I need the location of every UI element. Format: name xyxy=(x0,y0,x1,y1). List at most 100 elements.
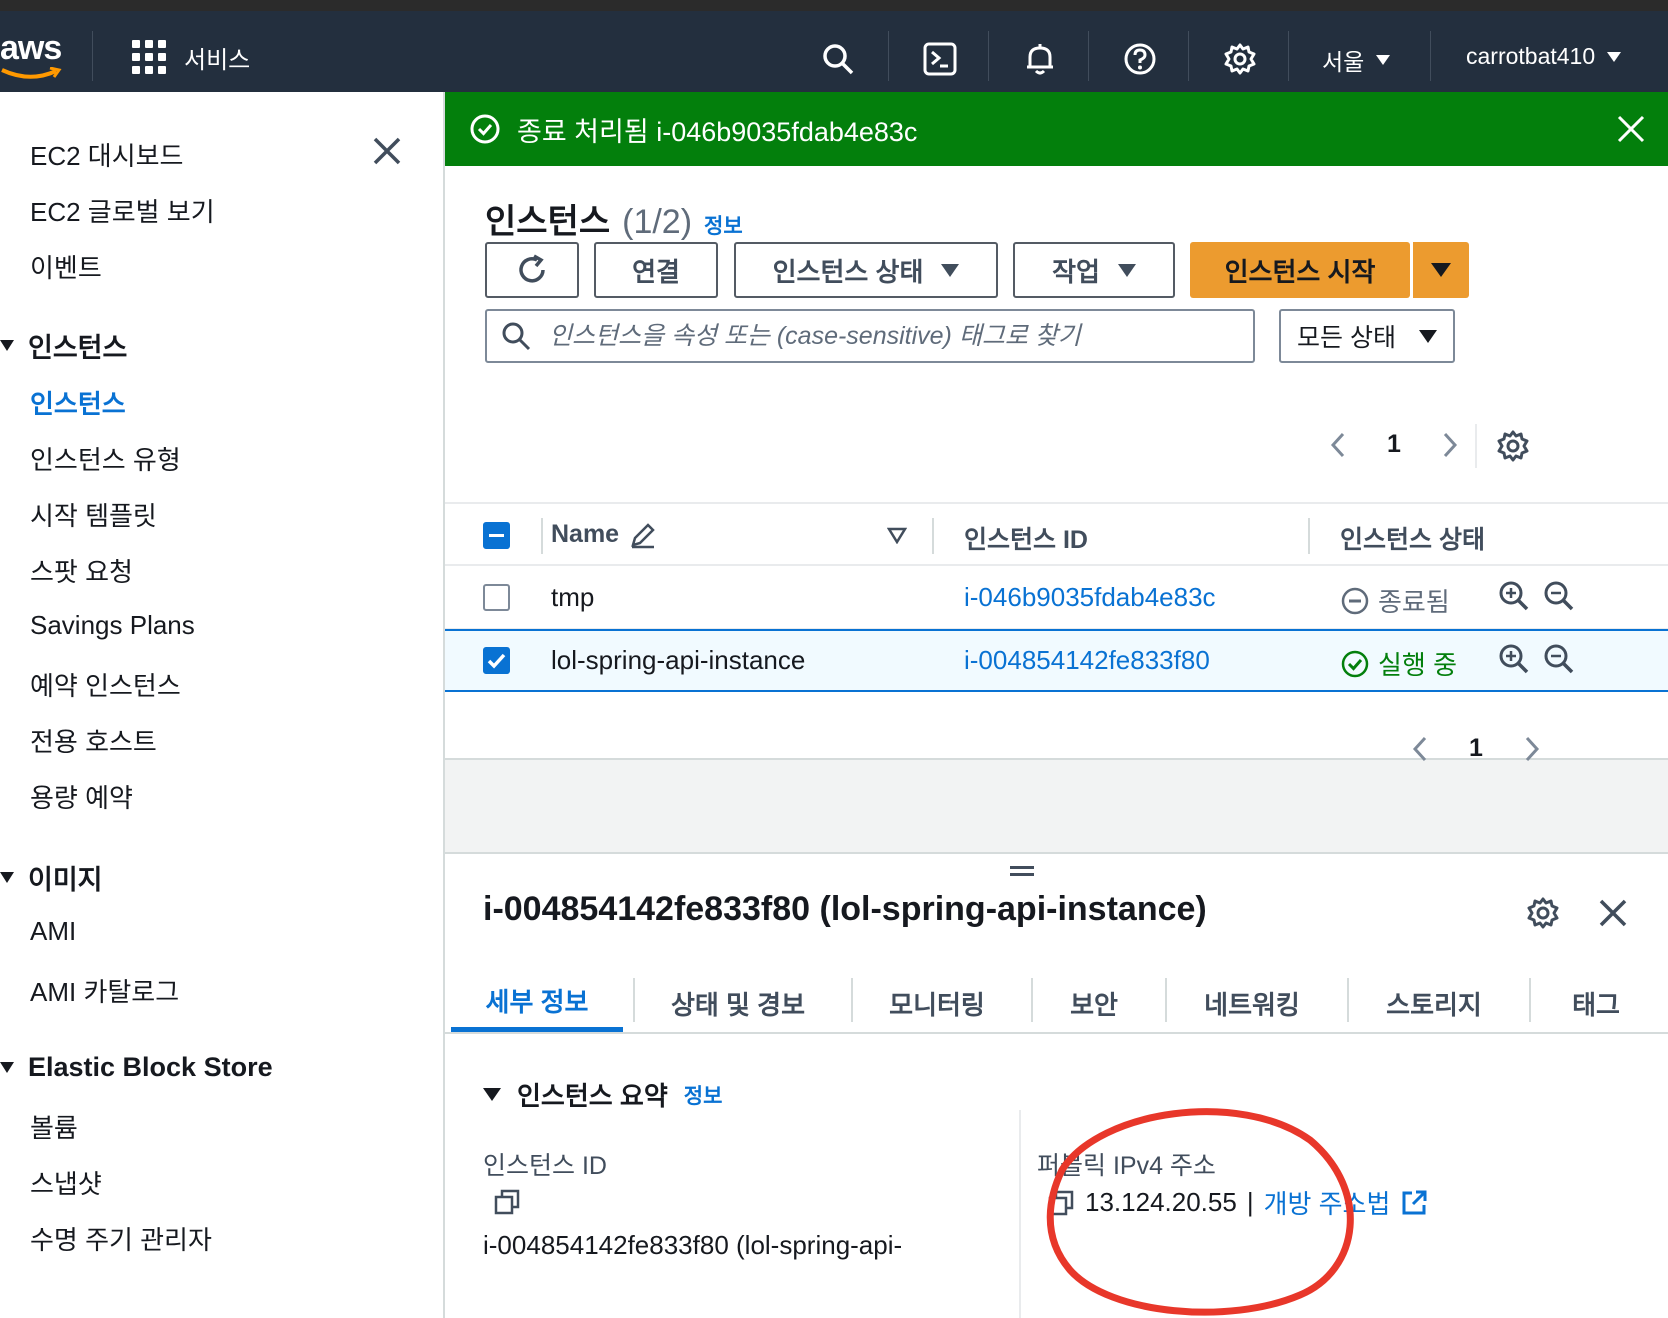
instance-id-link[interactable]: i-046b9035fdab4e83c xyxy=(964,582,1216,613)
tab-security[interactable]: 보안 xyxy=(1033,974,1155,1032)
search-icon[interactable] xyxy=(818,39,858,79)
tab-storage[interactable]: 스토리지 xyxy=(1349,974,1519,1032)
sort-caret-icon[interactable] xyxy=(887,526,907,544)
instance-name: lol-spring-api-instance xyxy=(551,645,806,675)
help-icon[interactable] xyxy=(1120,39,1160,79)
sidebar-item-savings-plans[interactable]: Savings Plans xyxy=(30,610,195,641)
services-menu[interactable]: 서비스 xyxy=(132,37,250,77)
page-number[interactable]: 1 xyxy=(1469,734,1483,763)
sidebar-item-volumes[interactable]: 볼륨 xyxy=(30,1108,78,1145)
tab-tags[interactable]: 태그 xyxy=(1531,974,1661,1032)
aws-smile-icon xyxy=(1,67,62,79)
instance-search[interactable] xyxy=(485,309,1255,363)
column-header-name[interactable]: Name xyxy=(551,520,657,549)
refresh-button[interactable] xyxy=(485,242,579,298)
instance-summary-header[interactable]: 인스턴스 요약 정보 xyxy=(483,1076,722,1113)
search-input[interactable] xyxy=(549,321,1239,351)
open-address-link[interactable]: 개방 주소법 xyxy=(1264,1184,1391,1221)
sidebar-section-ebs[interactable]: Elastic Block Store xyxy=(0,1052,273,1083)
column-header-instance-state[interactable]: 인스턴스 상태 xyxy=(1340,520,1485,556)
sidebar: EC2 대시보드 EC2 글로벌 보기 이벤트 인스턴스 인스턴스 인스턴스 유… xyxy=(0,92,445,1318)
bell-icon[interactable] xyxy=(1020,39,1060,79)
sidebar-item-dedicated-hosts[interactable]: 전용 호스트 xyxy=(30,722,157,759)
sidebar-item-global-view[interactable]: EC2 글로벌 보기 xyxy=(30,192,215,229)
page-title: 인스턴스 (1/2) 정보 xyxy=(485,203,743,241)
region-selector[interactable]: 서울 xyxy=(1322,43,1391,77)
sidebar-item-ami-catalog[interactable]: AMI 카탈로그 xyxy=(30,972,179,1009)
instance-id-label: 인스턴스 ID xyxy=(483,1152,607,1180)
caret-down-icon xyxy=(1431,263,1451,277)
zoom-out-icon[interactable] xyxy=(1543,643,1575,675)
page-number[interactable]: 1 xyxy=(1387,430,1401,459)
table-row-selected[interactable]: lol-spring-api-instance i-004854142fe833… xyxy=(445,629,1668,692)
sidebar-item-events[interactable]: 이벤트 xyxy=(30,248,102,285)
refresh-icon xyxy=(519,254,545,283)
sidebar-item-launch-templates[interactable]: 시작 템플릿 xyxy=(30,496,157,533)
chevron-right-icon[interactable] xyxy=(1517,735,1545,763)
check-circle-icon xyxy=(470,114,500,144)
connect-button[interactable]: 연결 xyxy=(594,242,718,298)
zoom-in-icon[interactable] xyxy=(1498,643,1530,675)
sidebar-item-ec2-dashboard[interactable]: EC2 대시보드 xyxy=(30,136,183,173)
aws-logo[interactable]: aws xyxy=(0,29,62,79)
sidebar-section-instances[interactable]: 인스턴스 xyxy=(0,326,127,365)
sidebar-section-images[interactable]: 이미지 xyxy=(0,858,103,897)
public-ipv4-value: 13.124.20.55 xyxy=(1085,1187,1237,1217)
copy-icon[interactable] xyxy=(493,1188,521,1216)
search-icon xyxy=(502,322,531,351)
sidebar-item-spot-requests[interactable]: 스팟 요청 xyxy=(30,552,133,589)
instance-state-button[interactable]: 인스턴스 상태 xyxy=(734,242,998,298)
pagination-bottom: 1 xyxy=(1407,734,1545,763)
close-icon[interactable] xyxy=(1598,898,1628,928)
sidebar-item-ami[interactable]: AMI xyxy=(30,916,76,947)
instance-state: 실행 중 xyxy=(1340,645,1457,682)
close-icon[interactable] xyxy=(1616,114,1646,144)
grid-icon xyxy=(132,40,166,74)
stopped-circle-icon xyxy=(1341,587,1369,614)
top-navigation: aws 서비스 서울 carrotbat410 xyxy=(0,0,1668,92)
caret-down-icon xyxy=(0,340,14,351)
actions-button[interactable]: 작업 xyxy=(1013,242,1175,298)
preferences-gear-icon[interactable] xyxy=(1496,429,1530,463)
caret-down-icon xyxy=(1419,329,1437,343)
external-link-icon[interactable] xyxy=(1400,1189,1428,1217)
sidebar-item-lifecycle-manager[interactable]: 수명 주기 관리자 xyxy=(30,1220,212,1257)
table-row[interactable]: tmp i-046b9035fdab4e83c 종료됨 xyxy=(445,566,1668,629)
column-header-instance-id[interactable]: 인스턴스 ID xyxy=(964,520,1088,556)
settings-gear-icon[interactable] xyxy=(1526,896,1560,930)
info-link[interactable]: 정보 xyxy=(684,1080,723,1110)
sidebar-item-reserved-instances[interactable]: 예약 인스턴스 xyxy=(30,666,181,703)
sidebar-item-instance-types[interactable]: 인스턴스 유형 xyxy=(30,440,181,477)
sidebar-item-capacity-reservations[interactable]: 용량 예약 xyxy=(30,778,133,815)
launch-dropdown-button[interactable] xyxy=(1411,242,1469,298)
tab-networking[interactable]: 네트워킹 xyxy=(1167,974,1337,1032)
info-link[interactable]: 정보 xyxy=(704,210,743,240)
zoom-out-icon[interactable] xyxy=(1543,580,1575,612)
chevron-left-icon[interactable] xyxy=(1325,431,1353,459)
chevron-left-icon[interactable] xyxy=(1407,735,1435,763)
instance-id-link[interactable]: i-004854142fe833f80 xyxy=(964,645,1210,676)
chevron-right-icon[interactable] xyxy=(1435,431,1463,459)
running-check-icon xyxy=(1341,650,1369,677)
resize-handle[interactable] xyxy=(1010,862,1034,880)
tab-details[interactable]: 세부 정보 xyxy=(451,974,623,1032)
row-checkbox[interactable] xyxy=(483,584,510,611)
launch-instances-button[interactable]: 인스턴스 시작 xyxy=(1190,242,1410,298)
settings-gear-icon[interactable] xyxy=(1220,39,1260,79)
copy-icon[interactable] xyxy=(1047,1189,1075,1217)
cloudshell-icon[interactable] xyxy=(920,39,960,79)
select-all-checkbox[interactable] xyxy=(483,522,510,549)
row-checkbox[interactable] xyxy=(483,647,510,674)
tab-status-alarms[interactable]: 상태 및 경보 xyxy=(635,974,841,1032)
success-flashbar: 종료 처리됨 i-046b9035fdab4e83c xyxy=(445,92,1668,166)
sidebar-item-snapshots[interactable]: 스냅샷 xyxy=(30,1164,102,1201)
caret-down-icon xyxy=(483,1088,501,1101)
zoom-in-icon[interactable] xyxy=(1498,580,1530,612)
sidebar-item-instances[interactable]: 인스턴스 xyxy=(30,384,126,421)
caret-down-icon xyxy=(1376,55,1391,65)
account-menu[interactable]: carrotbat410 xyxy=(1466,43,1622,70)
tab-monitoring[interactable]: 모니터링 xyxy=(853,974,1021,1032)
table-header: Name 인스턴스 ID 인스턴스 상태 xyxy=(445,502,1668,566)
close-icon[interactable] xyxy=(372,136,402,166)
state-filter-select[interactable]: 모든 상태 xyxy=(1279,309,1455,363)
